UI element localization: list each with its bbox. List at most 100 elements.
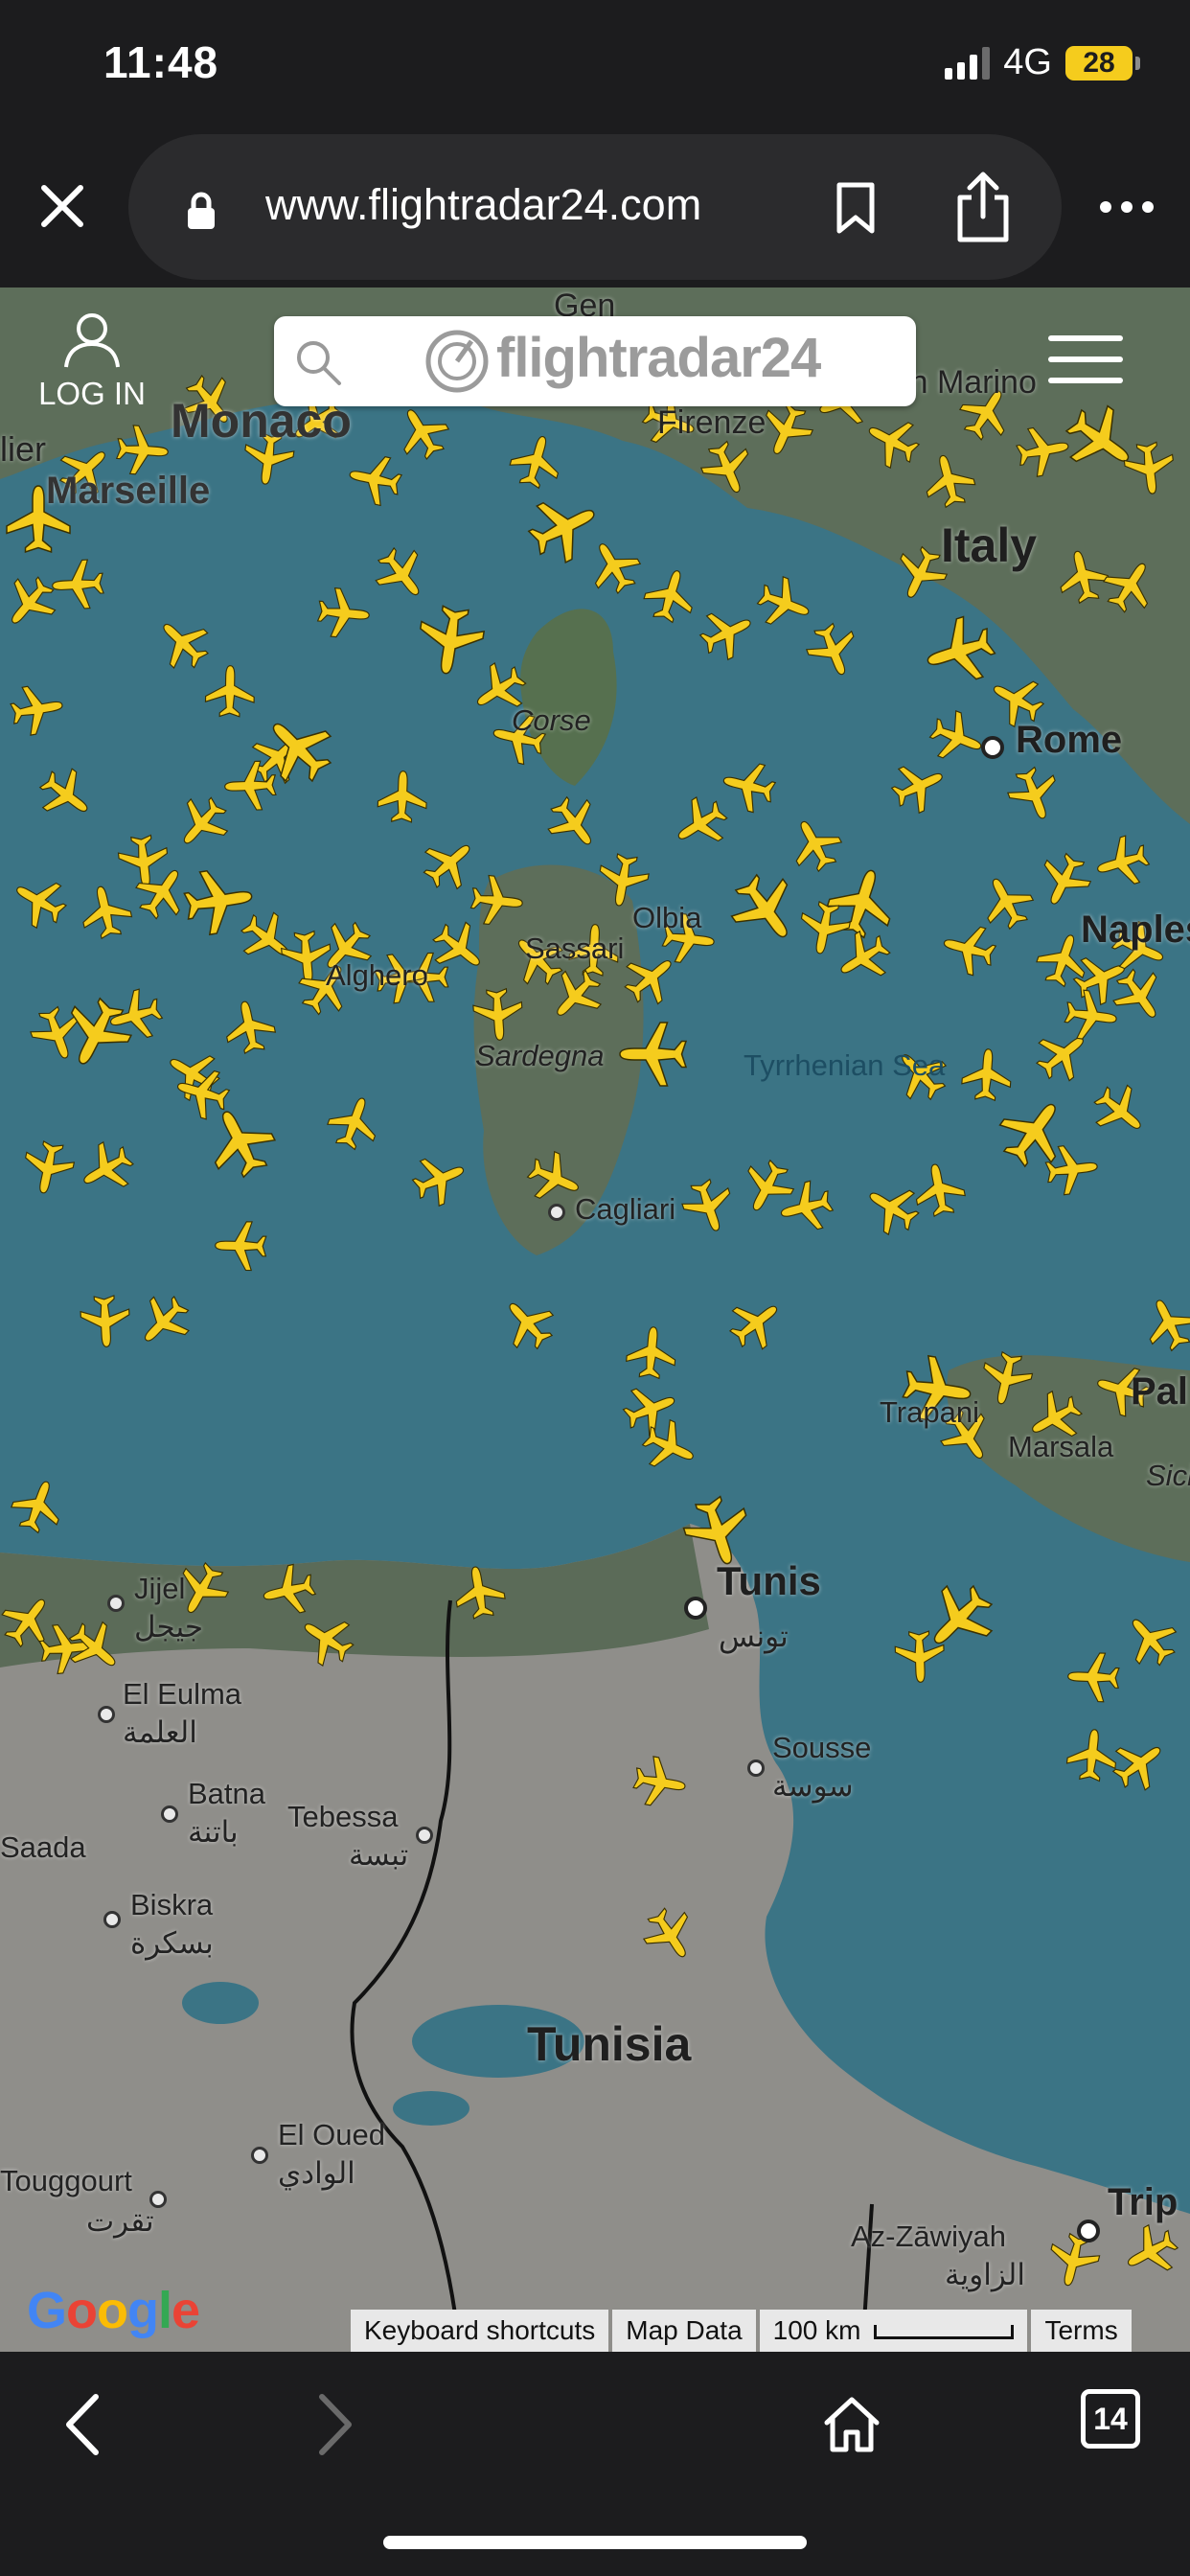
aircraft-marker[interactable] <box>717 755 780 816</box>
aircraft-marker[interactable] <box>1116 2217 1185 2286</box>
aircraft-marker[interactable] <box>519 483 609 572</box>
aircraft-marker[interactable] <box>1121 439 1178 497</box>
aircraft-marker[interactable] <box>344 449 405 510</box>
aircraft-marker[interactable] <box>1114 1603 1186 1676</box>
aircraft-marker[interactable] <box>492 1287 563 1360</box>
aircraft-marker[interactable] <box>1054 394 1147 486</box>
aircraft-marker[interactable] <box>469 873 526 929</box>
share-icon[interactable] <box>952 169 1014 245</box>
aircraft-marker[interactable] <box>538 788 610 860</box>
aircraft-marker[interactable] <box>232 903 304 975</box>
aircraft-marker[interactable] <box>214 1220 267 1272</box>
aircraft-marker[interactable] <box>720 862 812 955</box>
aircraft-marker[interactable] <box>1062 987 1121 1045</box>
aircraft-marker[interactable] <box>127 1285 199 1358</box>
aircraft-marker[interactable] <box>366 539 438 610</box>
aircraft-marker[interactable] <box>115 424 171 477</box>
aircraft-marker[interactable] <box>909 1159 969 1220</box>
aircraft-marker[interactable] <box>937 918 1000 980</box>
back-icon[interactable] <box>54 2386 111 2463</box>
aircraft-marker[interactable] <box>76 881 136 943</box>
aircraft-marker[interactable] <box>413 602 488 679</box>
aircraft-marker[interactable] <box>1135 1289 1190 1358</box>
aircraft-marker[interactable] <box>406 1146 473 1212</box>
aircraft-marker[interactable] <box>37 1621 95 1676</box>
aircraft-marker[interactable] <box>774 1176 837 1238</box>
aircraft-marker[interactable] <box>505 429 567 494</box>
aircraft-marker[interactable] <box>166 787 238 860</box>
aircraft-marker[interactable] <box>639 563 702 628</box>
aircraft-marker[interactable] <box>4 866 75 936</box>
aircraft-marker[interactable] <box>635 1899 705 1970</box>
aircraft-marker[interactable] <box>5 1472 71 1539</box>
aircraft-marker[interactable] <box>615 942 687 1014</box>
aircraft-marker[interactable] <box>219 996 280 1057</box>
aircraft-marker[interactable] <box>988 1086 1080 1179</box>
keyboard-shortcuts-link[interactable]: Keyboard shortcuts <box>351 2310 609 2352</box>
aircraft-marker[interactable] <box>1095 550 1165 621</box>
aircraft-marker[interactable] <box>917 610 1002 693</box>
search-bar[interactable]: flightradar24 <box>274 316 916 406</box>
aircraft-marker[interactable] <box>50 558 105 611</box>
aircraft-marker[interactable] <box>960 1046 1014 1102</box>
aircraft-marker[interactable] <box>973 867 1041 936</box>
aircraft-marker[interactable] <box>976 1347 1037 1410</box>
aircraft-marker[interactable] <box>18 1138 79 1199</box>
bookmark-icon[interactable] <box>832 176 880 240</box>
aircraft-marker[interactable] <box>127 857 197 928</box>
aircraft-marker[interactable] <box>619 1022 687 1087</box>
aircraft-marker[interactable] <box>1085 1075 1156 1147</box>
aircraft-marker[interactable] <box>665 789 736 859</box>
aircraft-marker[interactable] <box>204 664 256 718</box>
aircraft-marker[interactable] <box>579 531 649 602</box>
forward-icon[interactable] <box>307 2386 364 2463</box>
aircraft-marker[interactable] <box>180 863 258 938</box>
aircraft-marker[interactable] <box>322 1089 387 1156</box>
aircraft-marker[interactable] <box>693 599 762 667</box>
aircraft-marker[interactable] <box>794 898 854 959</box>
aircraft-marker[interactable] <box>1001 761 1067 828</box>
aircraft-marker[interactable] <box>884 752 953 820</box>
aircraft-marker[interactable] <box>751 570 818 636</box>
aircraft-marker[interactable] <box>721 1287 792 1359</box>
aircraft-marker[interactable] <box>7 680 67 739</box>
aircraft-marker[interactable] <box>413 827 486 899</box>
aircraft-marker[interactable] <box>0 567 65 639</box>
aircraft-marker[interactable] <box>377 770 428 824</box>
aircraft-marker[interactable] <box>781 810 850 879</box>
aircraft-marker[interactable] <box>450 1562 509 1622</box>
aircraft-marker[interactable] <box>1066 1651 1121 1703</box>
aircraft-marker[interactable] <box>291 1604 362 1674</box>
aircraft-marker[interactable] <box>635 1413 704 1481</box>
aircraft-marker[interactable] <box>1089 831 1155 894</box>
aircraft-marker[interactable] <box>624 1324 678 1381</box>
aircraft-marker[interactable] <box>1052 544 1113 608</box>
aircraft-marker[interactable] <box>195 1096 285 1186</box>
aircraft-marker[interactable] <box>31 759 103 831</box>
aircraft-marker[interactable] <box>257 1560 320 1622</box>
home-icon[interactable] <box>818 2386 885 2463</box>
aircraft-marker[interactable] <box>857 1173 927 1243</box>
aircraft-marker[interactable] <box>858 407 927 475</box>
aircraft-marker[interactable] <box>79 1294 132 1349</box>
aircraft-marker[interactable] <box>387 397 457 468</box>
aircraft-marker[interactable] <box>800 617 866 684</box>
more-options-icon[interactable] <box>1096 188 1157 226</box>
aircraft-marker[interactable] <box>629 1753 690 1811</box>
aircraft-marker[interactable] <box>1064 1726 1120 1783</box>
aircraft-marker[interactable] <box>315 586 372 640</box>
url-text[interactable]: www.flightradar24.com <box>265 180 701 230</box>
aircraft-marker[interactable] <box>71 1134 142 1204</box>
aircraft-marker[interactable] <box>0 1584 64 1656</box>
aircraft-marker[interactable] <box>918 448 980 512</box>
map-data-link[interactable]: Map Data <box>612 2310 756 2352</box>
aircraft-marker[interactable] <box>147 607 219 678</box>
close-icon[interactable] <box>29 172 96 240</box>
terms-link[interactable]: Terms <box>1031 2310 1132 2352</box>
aircraft-marker[interactable] <box>676 1174 741 1239</box>
aircraft-marker[interactable] <box>695 435 761 502</box>
aircraft-marker[interactable] <box>924 704 991 770</box>
aircraft-marker[interactable] <box>116 833 172 890</box>
login-button[interactable]: LOG IN <box>34 311 149 412</box>
flight-map[interactable]: Monaco Marseille lier Gen Firenze San Ma… <box>0 288 1190 2352</box>
